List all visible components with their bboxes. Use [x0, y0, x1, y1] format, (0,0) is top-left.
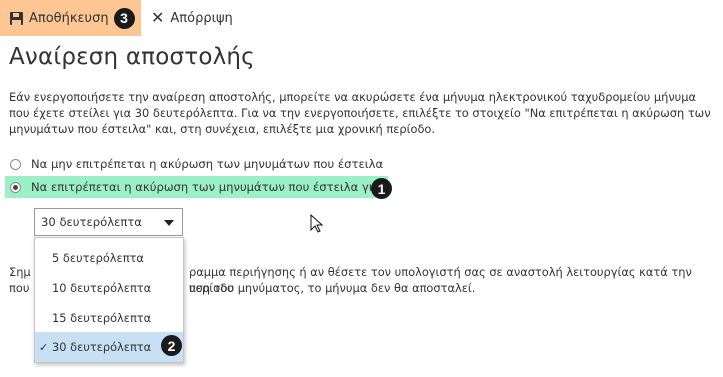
note-line2-right: υση του μηνύματος, το μήνυμα δεν θα αποσ…	[189, 281, 476, 295]
period-select-value: 30 δευτερόλεπτα	[41, 215, 142, 229]
discard-label: Απόρριψη	[170, 10, 233, 26]
save-button[interactable]: Αποθήκευση 3	[0, 0, 141, 36]
dropdown-option[interactable]: 5 δευτερόλεπτα	[35, 243, 183, 273]
x-icon: ✕	[151, 8, 165, 27]
discard-button[interactable]: ✕ Απόρριψη	[151, 0, 233, 36]
floppy-disk-icon	[10, 11, 23, 25]
caret-down-icon	[164, 220, 174, 226]
note-line2-left: που	[9, 281, 30, 295]
step-badge-2: 2	[161, 335, 182, 356]
period-select[interactable]: 30 δευτερόλεπτα	[34, 208, 183, 236]
radio-disallow-undo[interactable]: Να μην επιτρέπεται η ακύρωση των μηνυμάτ…	[10, 154, 383, 174]
dropdown-option[interactable]: 10 δευτερόλεπτα	[35, 273, 183, 303]
radio-allow-undo[interactable]: Να επιτρέπεται η ακύρωση των μηνυμάτων π…	[5, 176, 389, 198]
radio-button[interactable]	[10, 158, 21, 170]
step-badge-3: 3	[113, 7, 135, 29]
radio-button-checked[interactable]	[10, 181, 21, 193]
radio-allow-label: Να επιτρέπεται η ακύρωση των μηνυμάτων π…	[31, 180, 385, 194]
dropdown-option[interactable]: 15 δευτερόλεπτα	[35, 303, 183, 333]
page-title: Αναίρεση αποστολής	[9, 44, 255, 70]
step-badge-1: 1	[371, 178, 392, 199]
radio-disallow-label: Να μην επιτρέπεται η ακύρωση των μηνυμάτ…	[31, 157, 384, 171]
toolbar: Αποθήκευση 3 ✕ Απόρριψη	[0, 0, 723, 36]
checkmark-icon: ✓	[39, 340, 49, 354]
note-line1-left: Σημ	[9, 265, 31, 279]
save-label: Αποθήκευση	[29, 10, 109, 26]
mouse-cursor-icon	[310, 214, 324, 233]
page-description: Εάν ενεργοποιήσετε την αναίρεση αποστολή…	[9, 90, 711, 136]
